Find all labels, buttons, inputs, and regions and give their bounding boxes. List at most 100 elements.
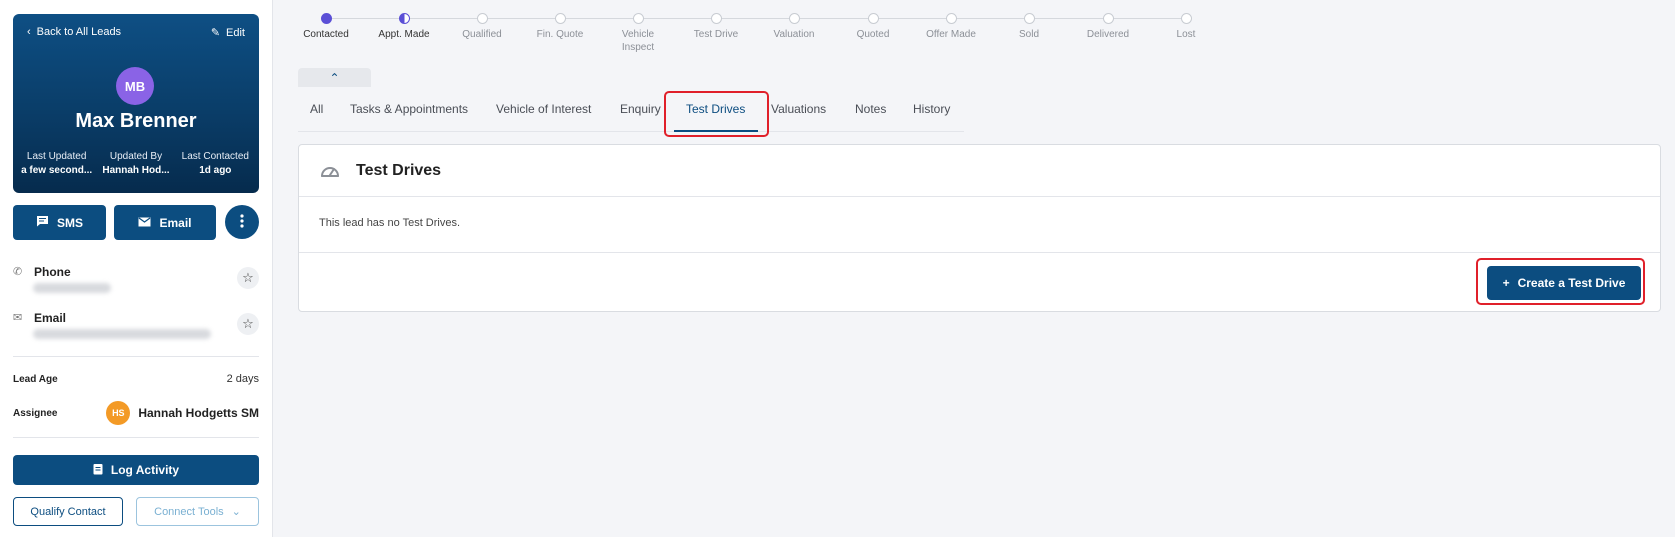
step-qualified[interactable]: Qualified — [442, 12, 522, 41]
meta-value: 1d ago — [199, 165, 232, 176]
sms-button[interactable]: SMS — [13, 205, 106, 240]
panel-body: This lead has no Test Drives. — [299, 197, 1660, 253]
pencil-icon: ✎ — [210, 27, 221, 39]
meta-label: Updated By — [109, 151, 163, 162]
meta-last-updated: Last Updated a few second... — [18, 151, 96, 176]
step-label: Test Drive — [693, 29, 739, 40]
step-appt-made[interactable]: Appt. Made — [364, 12, 444, 41]
divider — [13, 356, 259, 357]
divider — [13, 437, 259, 438]
tab-history[interactable]: History — [913, 102, 950, 116]
create-test-drive-label: Create a Test Drive — [1517, 276, 1626, 290]
step-label: Contacted — [303, 29, 349, 40]
log-activity-button[interactable]: Log Activity — [13, 455, 259, 485]
step-quoted[interactable]: Quoted — [833, 12, 913, 41]
meta-value: a few second... — [21, 165, 93, 176]
step-label: Quoted — [856, 29, 890, 40]
assignee-label: Assignee — [13, 407, 58, 419]
chat-icon — [36, 215, 49, 230]
speedometer-icon — [319, 160, 341, 182]
clipboard-icon — [93, 463, 103, 478]
phone-row: ✆ Phone ☆ — [13, 265, 259, 297]
qualify-contact-button[interactable]: Qualify Contact — [13, 497, 123, 526]
step-offer-made[interactable]: Offer Made — [911, 12, 991, 41]
step-test-drive[interactable]: Test Drive — [676, 12, 756, 41]
lead-profile-card: ‹ Back to All Leads ✎ Edit MB Max Brenne… — [13, 14, 259, 193]
step-delivered[interactable]: Delivered — [1068, 12, 1148, 41]
lead-tabs: All Tasks & Appointments Vehicle of Inte… — [298, 90, 964, 132]
create-test-drive-button[interactable]: + Create a Test Drive — [1487, 266, 1641, 300]
step-fin-quote[interactable]: Fin. Quote — [520, 12, 600, 41]
step-dot — [398, 13, 410, 24]
meta-value: Hannah Hod... — [102, 165, 170, 176]
step-dot — [632, 13, 644, 24]
edit-lead-button[interactable]: ✎ Edit — [210, 26, 245, 40]
meta-last-contacted: Last Contacted 1d ago — [176, 151, 254, 176]
lead-name: Max Brenner — [75, 110, 197, 132]
meta-updated-by: Updated By Hannah Hod... — [97, 151, 175, 176]
step-sold[interactable]: Sold — [989, 12, 1069, 41]
connect-tools-dropdown[interactable]: Connect Tools ⌄ — [136, 497, 259, 526]
tab-all[interactable]: All — [310, 102, 323, 116]
step-label: Fin. Quote — [536, 29, 584, 40]
assignee-row: Assignee HS Hannah Hodgetts SM — [13, 400, 259, 426]
step-dot — [867, 13, 879, 24]
step-label: Qualified — [462, 29, 502, 40]
step-dot — [710, 13, 722, 24]
more-options-button[interactable] — [225, 205, 259, 239]
back-to-leads-link[interactable]: ‹ Back to All Leads — [27, 26, 121, 38]
meta-label: Last Contacted — [181, 151, 249, 162]
collapse-stepper-button[interactable]: ⌃ — [298, 68, 371, 87]
assignee[interactable]: HS Hannah Hodgetts SM — [106, 401, 259, 425]
lead-meta: Last Updated a few second... Updated By … — [13, 151, 259, 176]
email-field-label: Email — [34, 311, 67, 325]
step-vehicle-inspect[interactable]: Vehicle Inspect — [598, 12, 678, 54]
step-dot — [554, 13, 566, 24]
mail-icon — [138, 216, 151, 230]
assignee-avatar: HS — [106, 401, 131, 425]
step-label: Lost — [1176, 29, 1196, 40]
panel-title: Test Drives — [356, 162, 442, 179]
email-label: Email — [159, 215, 192, 230]
step-dot — [476, 13, 488, 24]
tab-valuations[interactable]: Valuations — [771, 102, 826, 116]
connect-tools-label: Connect Tools — [154, 505, 224, 518]
tab-notes[interactable]: Notes — [855, 102, 886, 116]
test-drives-panel: Test Drives This lead has no Test Drives… — [298, 144, 1661, 312]
step-dot — [788, 13, 800, 24]
edit-label: Edit — [226, 26, 245, 39]
email-button[interactable]: Email — [114, 205, 216, 240]
empty-state-message: This lead has no Test Drives. — [319, 217, 461, 229]
email-value-redacted — [33, 329, 211, 339]
favorite-phone-star-icon[interactable]: ☆ — [237, 267, 259, 289]
favorite-email-star-icon[interactable]: ☆ — [237, 313, 259, 335]
lead-sidebar: ‹ Back to All Leads ✎ Edit MB Max Brenne… — [0, 0, 273, 537]
email-row: ✉ Email ☆ — [13, 311, 259, 343]
sms-label: SMS — [56, 215, 83, 230]
active-tab-indicator — [674, 130, 758, 132]
mail-icon: ✉ — [13, 312, 23, 324]
tab-enquiry[interactable]: Enquiry — [620, 102, 661, 116]
tab-vehicle-of-interest[interactable]: Vehicle of Interest — [496, 102, 591, 116]
step-label: Sold — [1018, 29, 1039, 40]
step-dot — [945, 13, 957, 24]
step-label: Vehicle Inspect — [621, 29, 655, 53]
chevron-up-icon: ⌃ — [329, 70, 340, 85]
chevron-down-icon: ⌄ — [231, 506, 241, 518]
phone-value-redacted — [33, 283, 111, 293]
tab-tasks-appointments[interactable]: Tasks & Appointments — [350, 102, 468, 116]
step-label: Appt. Made — [378, 29, 430, 40]
step-label: Valuation — [773, 29, 815, 40]
back-link-label: Back to All Leads — [36, 26, 122, 38]
step-lost[interactable]: Lost — [1146, 12, 1226, 41]
panel-header: Test Drives — [299, 145, 1660, 197]
step-dot — [1102, 13, 1114, 24]
lead-age-label: Lead Age — [13, 373, 58, 385]
step-dot — [1180, 13, 1192, 24]
step-contacted[interactable]: Contacted — [286, 12, 366, 41]
lead-stage-stepper: Contacted Appt. Made Qualified Fin. Quot… — [290, 12, 1230, 57]
lead-age-row: Lead Age 2 days — [13, 371, 259, 387]
tab-test-drives[interactable]: Test Drives — [686, 102, 745, 116]
step-valuation[interactable]: Valuation — [754, 12, 834, 41]
step-label: Delivered — [1086, 29, 1130, 40]
